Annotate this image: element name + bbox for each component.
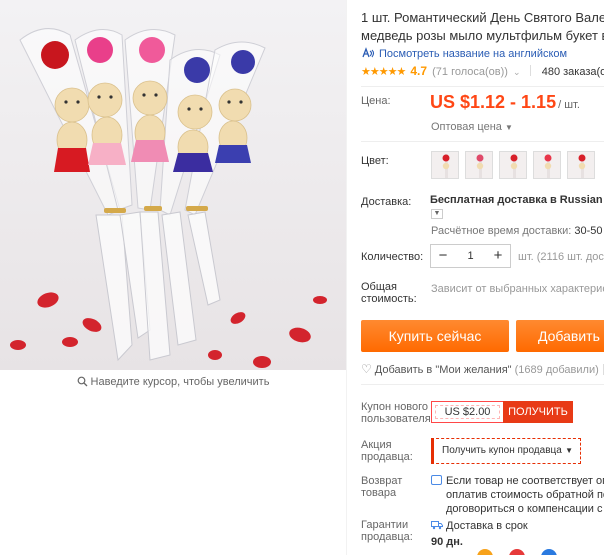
guarantee-line1: Доставка в срок: [446, 520, 528, 532]
quantity-increase-button[interactable]: +: [486, 245, 510, 267]
total-value: Зависит от выбранных характеристик: [431, 283, 604, 295]
returns-line2: оплатив стоимость обратной пер: [446, 489, 604, 501]
price-label: Цена:: [361, 95, 391, 107]
shipping-label: Доставка:: [361, 196, 412, 208]
promo-label-line1: Акция: [361, 439, 392, 451]
returns-label: Возврат товара: [361, 475, 402, 499]
product-photo: [10, 28, 327, 368]
orders-count: 480 заказа(ов): [541, 66, 604, 78]
returns-info: Если товар не соответствует опис оплатив…: [431, 474, 604, 516]
delivery-time-value: 30-50 дн: [574, 225, 604, 237]
add-to-cart-button[interactable]: Добавить: [516, 320, 604, 352]
zoom-hint-text: Наведите курсор, чтобы увеличить: [90, 376, 270, 388]
payment-card-icon: [541, 549, 557, 555]
swatch-red-rose-bear[interactable]: [431, 151, 459, 179]
delivery-time-label: Расчётное время доставки:: [431, 225, 572, 237]
buy-now-button[interactable]: Купить сейчас: [361, 320, 509, 352]
swatch-pink-rose-bear-2[interactable]: [533, 151, 561, 179]
product-title-line2: медведь розы мыло мультфильм букет ве: [361, 28, 604, 43]
color-swatches: [431, 151, 601, 179]
seller-coupon-text: Получить купон продавца: [442, 445, 562, 456]
magnifier-icon: [77, 376, 87, 387]
wholesale-label: Оптовая цена: [431, 121, 502, 133]
rating-row: ★★★★★ 4.7 (71 голоса(ов)) ⌄ 480 заказа(о…: [361, 64, 604, 78]
payment-icons: [477, 549, 573, 555]
product-title: 1 шт. Романтический День Святого Валенти…: [361, 9, 604, 45]
rose-bear-thumb-icon: [544, 154, 552, 178]
rose-bear-thumb-icon: [476, 154, 484, 178]
chevron-down-icon[interactable]: ⌄: [513, 67, 521, 77]
coupon-label-line2: пользователя: [361, 413, 431, 425]
heart-icon: ♡: [361, 362, 372, 376]
quantity-stepper: − 1 +: [430, 244, 511, 268]
returns-line1: Если товар не соответствует опис: [446, 475, 604, 487]
rating-value: 4.7: [410, 64, 428, 78]
returns-label-line2: товара: [361, 487, 397, 499]
add-to-wishlist[interactable]: ♡ Добавить в "Мои желания" (1689 добавили…: [361, 362, 604, 376]
product-main-image[interactable]: [0, 0, 346, 370]
votes-link[interactable]: (71 голоса(ов)): [432, 66, 508, 78]
color-label: Цвет:: [361, 155, 389, 167]
quantity-decrease-button[interactable]: −: [431, 245, 455, 267]
returns-line3: договориться о компенсации с п: [446, 503, 604, 515]
divider: [361, 86, 604, 87]
seller-promo-label: Акция продавца:: [361, 439, 413, 463]
guarantee-label-line1: Гарантии: [361, 519, 409, 531]
delivery-time: Расчётное время доставки: 30-50 дн: [431, 225, 604, 237]
wishlist-label: Добавить в "Мои желания": [374, 364, 512, 376]
total-label-line1: Общая: [361, 281, 397, 293]
total-label-line2: стоимость:: [361, 293, 417, 305]
zoom-hint: Наведите курсор, чтобы увеличить: [0, 376, 346, 388]
wholesale-price-dropdown[interactable]: Оптовая цена ▼: [431, 121, 513, 133]
guarantee-label-line2: продавца:: [361, 531, 413, 543]
guarantee-label: Гарантии продавца:: [361, 519, 413, 543]
seller-coupon-dropdown[interactable]: Получить купон продавца ▼: [431, 438, 581, 464]
translate-link-text: Посмотреть название на английском: [379, 48, 568, 60]
divider: [361, 141, 604, 142]
delivery-truck-icon: [431, 521, 443, 530]
price-range: US $1.12 - 1.15: [430, 92, 557, 112]
translate-icon: [362, 47, 375, 58]
chevron-down-icon[interactable]: ▼: [431, 209, 443, 219]
caret-down-icon: ▼: [565, 446, 573, 455]
new-user-coupon-label: Купон нового пользователя: [361, 401, 431, 425]
guarantee-info: Доставка в срок 90 дн.: [431, 518, 528, 550]
swatch-red-rose-bear-3[interactable]: [567, 151, 595, 179]
payment-mastercard-icon: [477, 549, 493, 555]
rose-bear-thumb-icon: [510, 154, 518, 178]
total-label: Общая стоимость:: [361, 281, 417, 305]
payment-card-icon: [509, 549, 525, 555]
rose-bear-thumb-icon: [578, 154, 586, 178]
return-icon: [431, 475, 442, 485]
price-value: US $1.12 - 1.15/ шт.: [430, 92, 580, 113]
promo-label-line2: продавца:: [361, 451, 413, 463]
caret-down-icon: ▼: [504, 123, 513, 132]
translate-title-link[interactable]: Посмотреть название на английском: [361, 47, 567, 60]
guarantee-line2: 90 дн.: [431, 536, 463, 548]
product-title-line1: 1 шт. Романтический День Святого Валенти…: [361, 10, 604, 25]
price-unit: / шт.: [558, 99, 580, 111]
divider: [361, 384, 604, 385]
coupon-amount: US $2.00: [431, 401, 503, 423]
swatch-pink-rose-bear[interactable]: [465, 151, 493, 179]
wishlist-count: (1689 добавили): [514, 364, 599, 376]
quantity-input[interactable]: 1: [455, 245, 486, 267]
coupon-label-line1: Купон нового: [361, 401, 429, 413]
quantity-available: шт. (2116 шт. дост: [518, 251, 604, 263]
column-divider: [346, 0, 347, 555]
returns-label-line1: Возврат: [361, 475, 403, 487]
quantity-label: Количество:: [361, 251, 424, 263]
product-detail-panel: 1 шт. Романтический День Святого Валенти…: [361, 0, 604, 555]
star-rating-icon: ★★★★★: [361, 66, 406, 78]
swatch-red-rose-bear-2[interactable]: [499, 151, 527, 179]
get-coupon-button[interactable]: ПОЛУЧИТЬ: [503, 401, 573, 423]
rose-bear-thumb-icon: [442, 154, 450, 178]
shipping-method[interactable]: Бесплатная доставка в Russian Fed: [430, 194, 604, 206]
rating-separator: [529, 65, 531, 76]
